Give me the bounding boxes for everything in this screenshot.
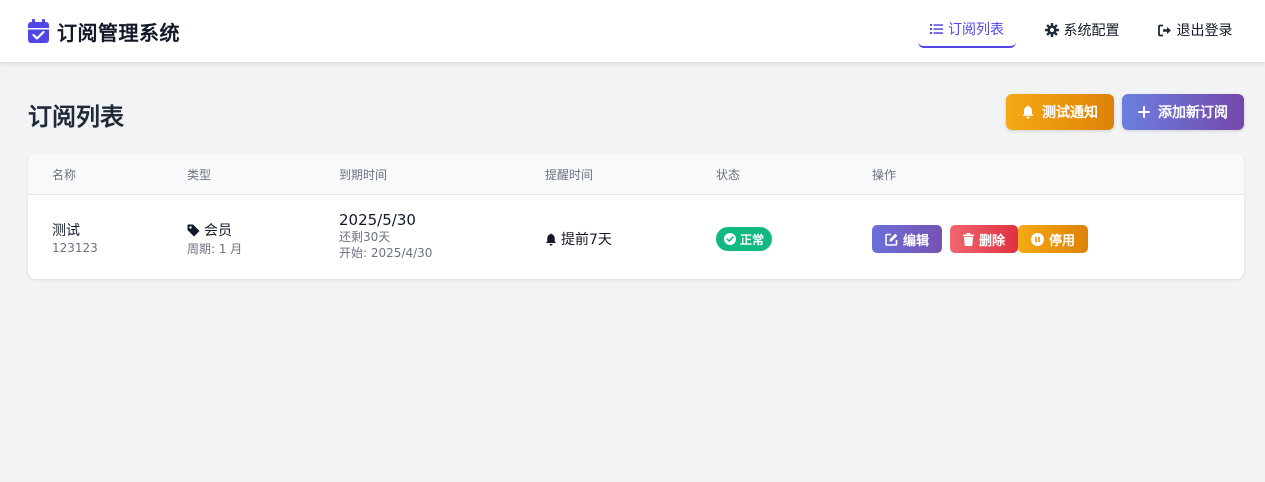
navbar: 订阅管理系统 订阅列表 系统配置 退出登录	[0, 0, 1265, 62]
cell-expire: 2025/5/30 还剩30天 开始: 2025/4/30	[339, 211, 432, 261]
subscription-table: 名称 类型 到期时间 提醒时间 状态 操作 测试 123123 会员 周期: 1…	[28, 154, 1244, 279]
type-label: 会员	[204, 223, 232, 239]
cell-type: 会员 周期: 1 月	[187, 220, 242, 257]
cell-reminder: 提前7天	[545, 229, 612, 250]
disable-label: 停用	[1048, 233, 1075, 249]
column-header-expire: 到期时间	[339, 168, 388, 182]
calendar-check-icon	[28, 19, 49, 43]
disable-button[interactable]: 停用	[1018, 225, 1088, 253]
brand-title: 订阅管理系统	[57, 20, 180, 45]
expire-date: 2025/5/30	[339, 211, 416, 229]
page-title: 订阅列表	[28, 103, 124, 131]
start-date: 开始: 2025/4/30	[339, 246, 433, 260]
nav-label: 订阅列表	[948, 22, 1004, 38]
pause-circle-icon	[1030, 232, 1044, 246]
column-header-type: 类型	[187, 168, 212, 182]
nav-subscription-list[interactable]: 订阅列表	[918, 12, 1016, 48]
test-notification-label: 测试通知	[1042, 105, 1098, 121]
subscription-type: 会员	[187, 220, 232, 240]
table-header: 名称 类型 到期时间 提醒时间 状态 操作	[28, 154, 1244, 195]
add-subscription-button[interactable]: 添加新订阅	[1122, 94, 1244, 130]
brand[interactable]: 订阅管理系统	[28, 17, 180, 45]
nav-label: 系统配置	[1063, 23, 1120, 39]
subscription-cycle: 周期: 1 月	[187, 241, 243, 256]
gear-icon	[1044, 23, 1059, 37]
bell-icon	[1022, 105, 1034, 119]
cell-name: 测试 123123	[52, 220, 98, 256]
edit-label: 编辑	[902, 233, 929, 249]
remaining-days: 还剩30天	[339, 230, 391, 244]
trash-icon	[962, 232, 974, 246]
edit-icon	[885, 233, 898, 246]
logout-icon	[1157, 24, 1171, 36]
status-label: 正常	[739, 232, 764, 247]
column-header-status: 状态	[716, 168, 741, 182]
status-badge: 正常	[716, 227, 772, 251]
delete-button[interactable]: 删除	[950, 225, 1018, 253]
nav-system-config[interactable]: 系统配置	[1036, 12, 1128, 48]
subscription-name: 测试	[52, 223, 80, 239]
column-header-name: 名称	[52, 168, 77, 182]
nav-label: 退出登录	[1176, 23, 1233, 39]
check-circle-icon	[723, 233, 736, 245]
nav-logout[interactable]: 退出登录	[1150, 12, 1240, 48]
bell-icon	[545, 232, 557, 246]
column-header-reminder: 提醒时间	[545, 168, 594, 182]
edit-button[interactable]: 编辑	[872, 225, 942, 253]
tag-icon	[187, 224, 200, 236]
column-header-actions: 操作	[872, 168, 897, 182]
add-subscription-label: 添加新订阅	[1158, 105, 1228, 121]
list-icon	[930, 24, 943, 34]
plus-icon	[1138, 106, 1150, 118]
reminder-info: 提前7天	[545, 229, 612, 249]
subscription-note: 123123	[52, 241, 98, 255]
test-notification-button[interactable]: 测试通知	[1006, 94, 1114, 130]
reminder-label: 提前7天	[561, 232, 612, 248]
delete-label: 删除	[978, 233, 1005, 249]
